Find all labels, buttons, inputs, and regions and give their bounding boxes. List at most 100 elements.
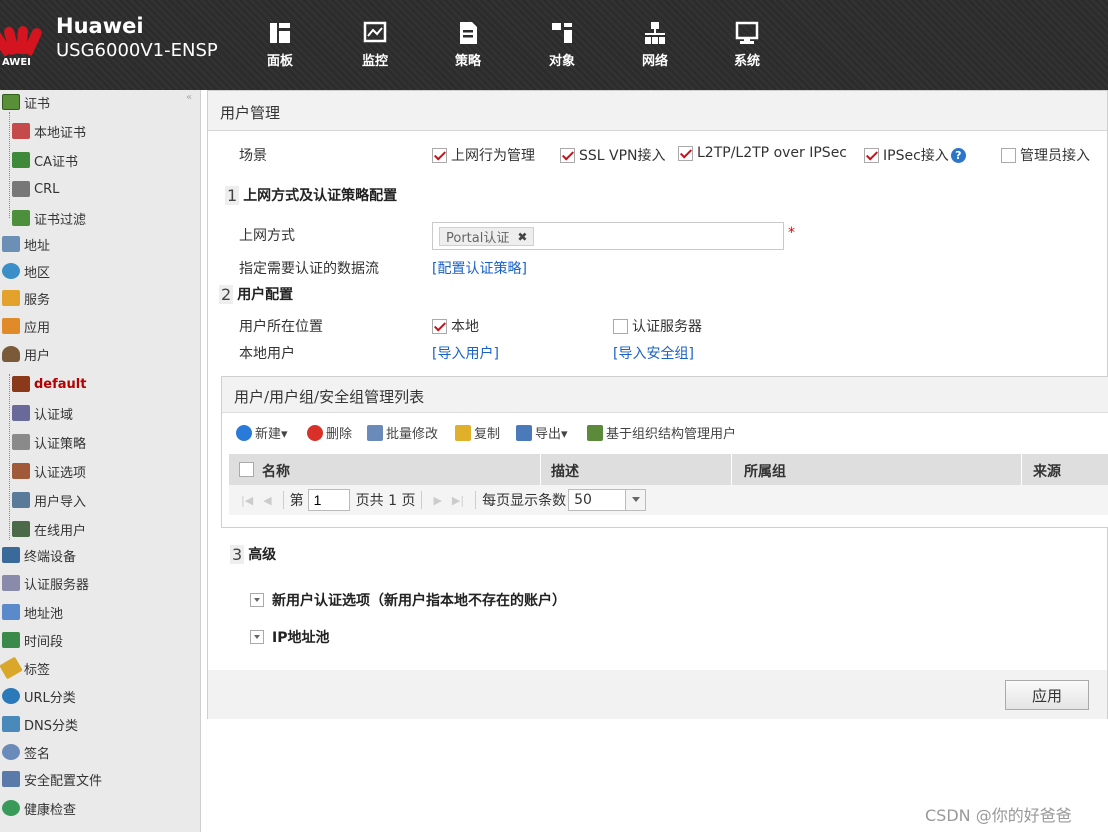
new-user-auth-options-expander[interactable]: 新用户认证选项（新用户指本地不存在的账户）: [250, 590, 566, 610]
sidebar-item-address[interactable]: 地址: [0, 232, 50, 256]
checkbox-label: 本地: [451, 319, 479, 335]
sidebar-item-auth-policy[interactable]: 认证策略: [0, 430, 86, 454]
sidebar: « 证书 本地证书 CA证书 CRL 证书过滤 地址 地区 服务 应用 用户 d…: [0, 90, 201, 832]
sidebar-item-label: 证书过滤: [34, 212, 87, 228]
scene-internet-behavior-checkbox[interactable]: 上网行为管理: [432, 145, 535, 165]
sidebar-item-label: 认证服务器: [24, 577, 90, 593]
pagination: |◀ ◀ 第 页共 1 页 ▶ ▶| 每页显示条数 50: [229, 485, 1108, 515]
sidebar-item-service[interactable]: 服务: [0, 286, 50, 310]
section-title: 高级: [248, 547, 277, 563]
tab-monitor[interactable]: 监控: [344, 20, 406, 69]
new-button[interactable]: 新建▾: [236, 423, 288, 442]
remove-tag-icon[interactable]: ✖: [517, 230, 527, 244]
configure-auth-policy-link[interactable]: [配置认证策略]: [432, 258, 527, 278]
last-page-icon[interactable]: ▶|: [452, 494, 464, 507]
ip-pool-expander[interactable]: IP地址池: [250, 627, 329, 647]
address-icon: [2, 236, 20, 252]
first-page-icon[interactable]: |◀: [241, 494, 253, 507]
page-total: 页共 1 页: [355, 493, 416, 509]
sidebar-item-terminal-device[interactable]: 终端设备: [0, 543, 76, 567]
add-icon: [236, 424, 252, 441]
collapse-sidebar-icon[interactable]: «: [186, 92, 192, 103]
column-header-source[interactable]: 来源: [1033, 461, 1061, 481]
org-structure-button[interactable]: 基于组织结构管理用户: [587, 423, 736, 442]
auth-server-icon: [2, 575, 20, 591]
select-all-checkbox[interactable]: [239, 462, 254, 477]
monitor-icon: [363, 21, 387, 43]
sidebar-item-url-category[interactable]: URL分类: [0, 684, 76, 708]
scene-ssl-vpn-checkbox[interactable]: SSL VPN接入: [560, 145, 666, 165]
tab-label: 面板: [266, 54, 293, 69]
sidebar-item-label: 地址池: [24, 606, 64, 622]
tab-dashboard[interactable]: 面板: [249, 20, 311, 69]
batch-edit-button[interactable]: 批量修改: [367, 423, 438, 442]
sidebar-item-user[interactable]: 用户: [0, 342, 50, 366]
org-users-icon: [587, 424, 603, 441]
scene-ipsec-checkbox[interactable]: IPSec接入?: [864, 145, 966, 165]
location-local-checkbox[interactable]: 本地: [432, 316, 479, 336]
user-management-panel: 用户管理 场景 上网行为管理 SSL VPN接入 L2TP/L2TP over …: [207, 90, 1108, 719]
sidebar-item-label: 认证域: [34, 407, 74, 423]
scene-l2tp-checkbox[interactable]: L2TP/L2TP over IPSec: [678, 145, 847, 161]
network-icon: [645, 22, 665, 44]
sidebar-item-health-check[interactable]: 健康检查: [0, 796, 76, 820]
sidebar-item-ca-certificate[interactable]: CA证书: [0, 148, 78, 172]
column-header-name[interactable]: 名称: [262, 461, 290, 481]
certificate-icon: [2, 94, 20, 110]
import-user-link[interactable]: [导入用户]: [432, 343, 499, 363]
section-number: 1: [225, 185, 240, 205]
list-title: 用户/用户组/安全组管理列表: [222, 377, 1108, 413]
sidebar-item-user-import[interactable]: 用户导入: [0, 488, 86, 512]
column-header-group[interactable]: 所属组: [744, 461, 786, 481]
sidebar-item-application[interactable]: 应用: [0, 314, 50, 338]
page-number-input[interactable]: [307, 489, 350, 511]
sidebar-item-auth-server[interactable]: 认证服务器: [0, 571, 89, 595]
sidebar-item-crl[interactable]: CRL: [0, 177, 59, 201]
column-header-description[interactable]: 描述: [551, 461, 579, 481]
tab-label: 监控: [361, 54, 388, 69]
security-profile-icon: [2, 771, 20, 787]
copy-button[interactable]: 复制: [455, 423, 500, 442]
section-number: 3: [230, 544, 245, 564]
export-button[interactable]: 导出▾: [516, 423, 568, 442]
user-location-label: 用户所在位置: [239, 319, 323, 335]
sidebar-item-tag[interactable]: 标签: [0, 656, 50, 680]
sidebar-item-region[interactable]: 地区: [0, 259, 50, 283]
section-number: 2: [219, 284, 234, 304]
sidebar-item-address-pool[interactable]: 地址池: [0, 600, 63, 624]
sidebar-item-dns-category[interactable]: DNS分类: [0, 712, 78, 736]
sidebar-item-label: DNS分类: [24, 718, 78, 734]
watermark: CSDN @你的好爸爸: [925, 806, 1072, 825]
access-method-field[interactable]: Portal认证 ✖: [432, 222, 784, 250]
sidebar-item-local-certificate[interactable]: 本地证书: [0, 119, 86, 143]
scene-admin-checkbox[interactable]: 管理员接入: [1001, 145, 1090, 165]
sidebar-item-online-user[interactable]: 在线用户: [0, 517, 86, 541]
tab-network[interactable]: 网络: [624, 20, 686, 69]
sidebar-item-certificate-filter[interactable]: 证书过滤: [0, 206, 86, 230]
sidebar-item-certificate[interactable]: 证书: [0, 90, 50, 114]
sidebar-item-auth-domain[interactable]: 认证域: [0, 401, 73, 425]
next-page-icon[interactable]: ▶: [433, 494, 441, 507]
auth-domain-icon: [12, 405, 30, 421]
tab-object[interactable]: 对象: [531, 20, 593, 69]
expander-label: 新用户认证选项（新用户指本地不存在的账户）: [272, 593, 566, 609]
page-prefix: 第: [289, 493, 304, 509]
tab-policy[interactable]: 策略: [437, 20, 499, 69]
sidebar-item-auth-option[interactable]: 认证选项: [0, 459, 86, 483]
tab-system[interactable]: 系统: [716, 20, 778, 69]
sidebar-item-time-range[interactable]: 时间段: [0, 628, 63, 652]
apply-button[interactable]: 应用: [1005, 680, 1089, 710]
data-flow-label: 指定需要认证的数据流: [239, 261, 379, 277]
delete-button[interactable]: 删除: [307, 423, 352, 442]
sidebar-item-security-profile[interactable]: 安全配置文件: [0, 767, 102, 791]
sidebar-item-label: 安全配置文件: [24, 773, 103, 789]
location-auth-server-checkbox[interactable]: 认证服务器: [613, 316, 702, 336]
sidebar-item-default[interactable]: default: [0, 372, 86, 396]
import-security-group-link[interactable]: [导入安全组]: [613, 343, 694, 363]
per-page-select[interactable]: 50: [568, 489, 647, 511]
local-certificate-icon: [12, 123, 30, 139]
prev-page-icon[interactable]: ◀: [263, 494, 271, 507]
copy-icon: [455, 424, 471, 441]
sidebar-item-signature[interactable]: 签名: [0, 740, 50, 764]
help-icon[interactable]: ?: [950, 147, 966, 163]
